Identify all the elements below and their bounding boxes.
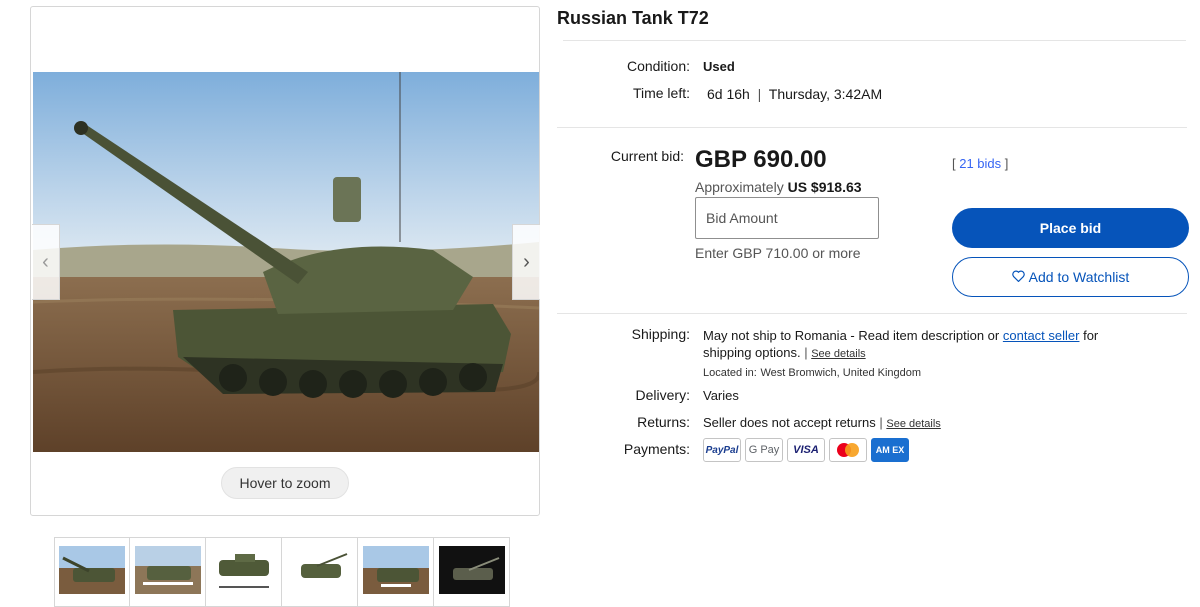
- tank-photo[interactable]: [33, 72, 539, 452]
- located-in-value: West Bromwich, United Kingdom: [760, 367, 922, 379]
- approx-value: US $918.63: [787, 179, 862, 195]
- bid-amount-input[interactable]: [695, 197, 879, 239]
- shipping-info: May not ship to Romania - Read item desc…: [703, 327, 1173, 382]
- divider: [563, 40, 1186, 41]
- next-image-button[interactable]: ›: [512, 224, 540, 300]
- divider: [557, 313, 1187, 314]
- located-in-label: Located in:: [703, 367, 757, 379]
- thumbnail-image: [134, 546, 201, 594]
- time-left-duration: 6d 16h: [707, 86, 750, 102]
- bids-count: [ 21 bids ]: [952, 156, 1009, 171]
- previous-image-button[interactable]: ‹: [32, 224, 60, 300]
- time-left-end: Thursday, 3:42AM: [768, 86, 883, 102]
- separator: |: [879, 415, 883, 430]
- returns-info: Seller does not accept returns | See det…: [703, 415, 941, 430]
- min-bid-hint: Enter GBP 710.00 or more: [695, 245, 861, 261]
- visa-icon: VISA: [787, 438, 825, 462]
- condition-label: Condition:: [626, 58, 690, 74]
- time-left-value: 6d 16h | Thursday, 3:42AM: [707, 86, 882, 102]
- heart-icon: [1011, 269, 1025, 285]
- approx-price: Approximately US $918.63: [695, 179, 862, 195]
- shipping-options-text: shipping options.: [703, 345, 801, 360]
- returns-label: Returns:: [637, 414, 690, 430]
- thumbnail-image: [59, 546, 125, 594]
- current-bid-label: Current bid:: [610, 148, 684, 164]
- condition-value: Used: [703, 59, 735, 74]
- delivery-label: Delivery:: [635, 387, 690, 403]
- thumbnail-5[interactable]: [358, 537, 434, 607]
- thumbnail-3[interactable]: [206, 537, 282, 607]
- hover-to-zoom-hint: Hover to zoom: [221, 467, 349, 499]
- contact-seller-link[interactable]: contact seller: [1003, 328, 1080, 343]
- thumbnail-2[interactable]: [130, 537, 206, 607]
- thumbnail-1[interactable]: [54, 537, 130, 607]
- watchlist-label: Add to Watchlist: [1028, 269, 1130, 285]
- time-left-label: Time left:: [632, 85, 690, 101]
- approx-prefix: Approximately: [695, 179, 784, 195]
- thumbnail-6[interactable]: [434, 537, 510, 607]
- shipping-text: May not ship to Romania - Read item desc…: [703, 328, 1000, 343]
- payments-label: Payments:: [623, 441, 690, 457]
- thumbnail-4[interactable]: [282, 537, 358, 607]
- shipping-label: Shipping:: [631, 326, 690, 342]
- thumbnail-strip: [54, 537, 514, 607]
- returns-see-details-link[interactable]: See details: [886, 418, 940, 430]
- current-bid-value: GBP 690.00: [695, 146, 827, 173]
- payment-methods: PayPal G Pay VISA AM EX: [703, 438, 909, 462]
- shipping-see-details-link[interactable]: See details: [811, 348, 865, 360]
- delivery-value: Varies: [703, 388, 739, 403]
- amex-icon: AM EX: [871, 438, 909, 462]
- item-title: Russian Tank T72: [557, 8, 709, 28]
- separator: |: [753, 86, 766, 102]
- paypal-icon: PayPal: [703, 438, 741, 462]
- chevron-left-icon: ‹: [42, 250, 49, 273]
- shipping-text-for: for: [1083, 328, 1099, 343]
- thumbnail-image: [438, 546, 505, 594]
- google-pay-icon: G Pay: [745, 438, 783, 462]
- thumbnail-image: [286, 546, 353, 594]
- divider: [557, 127, 1187, 128]
- returns-value: Seller does not accept returns: [703, 415, 876, 430]
- mastercard-icon: [829, 438, 867, 462]
- chevron-right-icon: ›: [523, 250, 530, 273]
- tank-image: [33, 72, 539, 452]
- add-to-watchlist-button[interactable]: Add to Watchlist: [952, 257, 1189, 297]
- place-bid-button[interactable]: Place bid: [952, 208, 1189, 248]
- separator: |: [804, 345, 808, 360]
- bid-history-link[interactable]: 21 bids: [959, 156, 1001, 171]
- thumbnail-image: [362, 546, 429, 594]
- image-gallery: ‹ › Hover to zoom: [30, 6, 540, 516]
- thumbnail-image: [210, 546, 277, 594]
